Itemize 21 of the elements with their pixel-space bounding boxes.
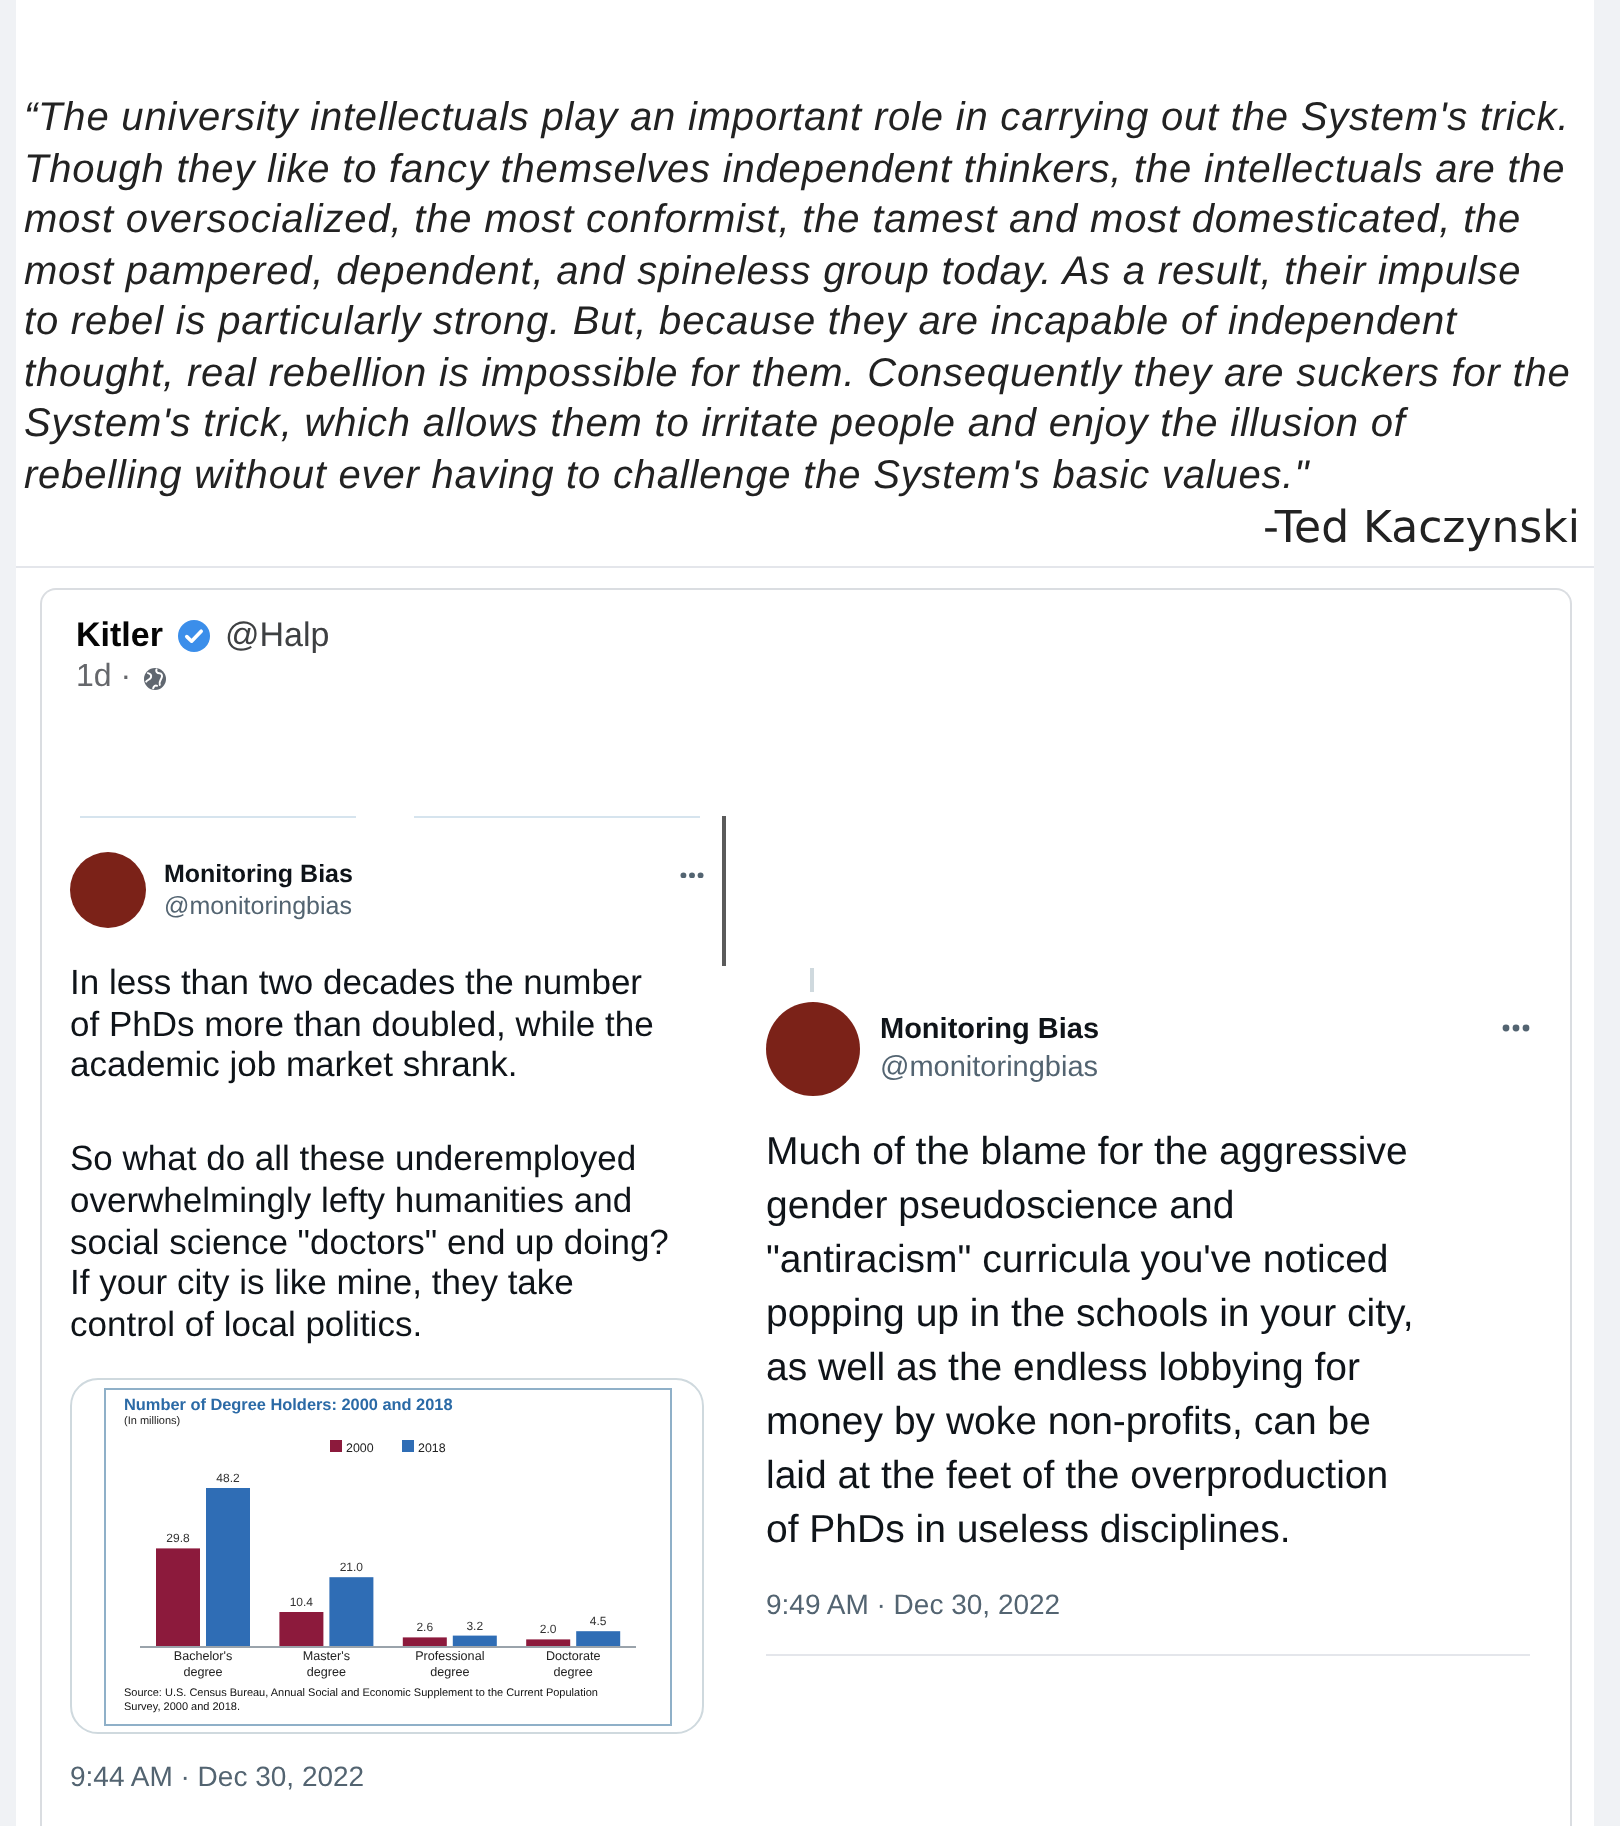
tweet-author-handle: @monitoringbias bbox=[164, 890, 353, 922]
author-handle[interactable]: @Halp bbox=[224, 616, 330, 656]
quote-text: “The university intellectuals play an important role in carrying out the System's trick. Though they like to fancy themselves independent thinkers, the intellectuals are the most oversocialized, the most conformist, the tamest and most domesticated, the most pampered, dependent, and spineless group today. As a result, their impulse to rebel is particularly strong. But, because they are incapable of independent thought, real rebellion is impossible for them. Consequently they are suckers for the System's trick, which allows them to irritate people and enjoy the illusion of rebelling without ever having to challenge the System's basic values." bbox=[24, 94, 1573, 501]
tweet-text: Much of the blame for the aggressive gender pseudoscience and "antiracism" curricula you've noticed popping up in the schools in your city, as well as the endless lobbying for money by woke non-profits, can be laid at the feet of the overproduction of PhDs in useless disciplines. bbox=[766, 1128, 1416, 1556]
tweet-author-name: Monitoring Bias bbox=[880, 1011, 1100, 1049]
tweet-timestamp: 9:44 AM · Dec 30, 2022 bbox=[70, 1757, 367, 1794]
tweet-timestamp: 9:49 AM · Dec 30, 2022 bbox=[766, 1586, 1063, 1622]
quote-attribution: -Ted Kaczynski bbox=[1262, 504, 1580, 554]
author-name[interactable]: Kitler bbox=[76, 616, 163, 656]
tweet-text: In less than two decades the number of PhDs more than doubled, while the academic job market shrank. bbox=[70, 962, 656, 1087]
globe-icon bbox=[143, 667, 166, 689]
post-time[interactable]: 1d · bbox=[76, 660, 132, 696]
more-options-icon[interactable] bbox=[1502, 1024, 1530, 1032]
more-options-icon[interactable] bbox=[680, 872, 704, 879]
avatar bbox=[766, 1002, 860, 1096]
thread-line bbox=[810, 968, 814, 992]
tweet-text: So what do all these underemployed overwhelmingly lefty humanities and social science "doctors" end up doing? If your city is like mine, they take control of local politics. bbox=[70, 1138, 671, 1346]
tweet-author-handle: @monitoringbias bbox=[880, 1049, 1100, 1087]
chart-title: Number of Degree Holders: 2000 and 2018 bbox=[124, 1395, 455, 1416]
avatar bbox=[70, 852, 146, 928]
tweet-author-name: Monitoring Bias bbox=[164, 858, 353, 890]
